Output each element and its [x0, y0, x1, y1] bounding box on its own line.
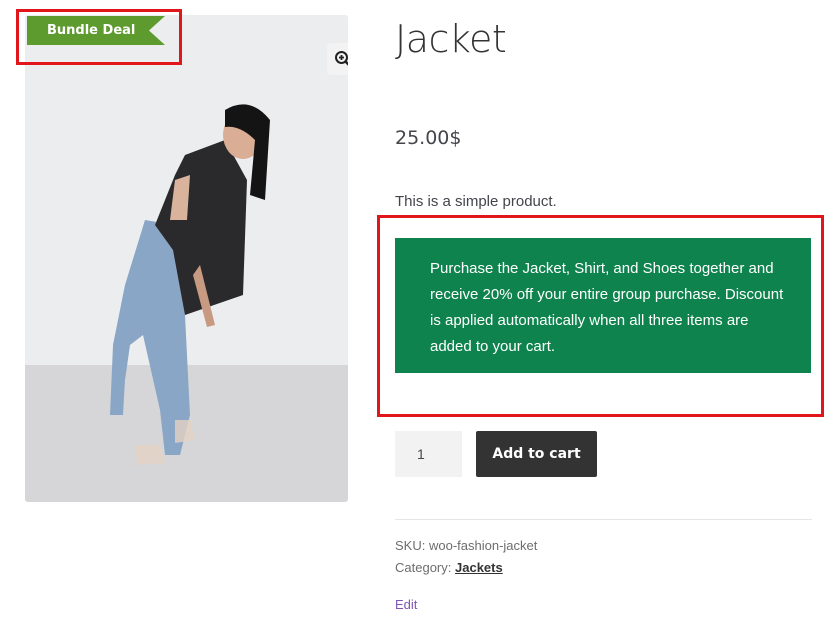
edit-link[interactable]: Edit: [395, 597, 417, 612]
product-price: 25.00$: [395, 127, 462, 149]
product-gallery: [25, 15, 348, 502]
quantity-input[interactable]: [395, 431, 462, 477]
bundle-notice: Purchase the Jacket, Shirt, and Shoes to…: [395, 238, 811, 373]
sku-label: SKU:: [395, 538, 426, 553]
product-sku: SKU: woo-fashion-jacket: [395, 538, 537, 553]
product-short-description: This is a simple product.: [395, 193, 557, 210]
badge-label: Bundle Deal: [47, 23, 136, 38]
category-label: Category:: [395, 560, 452, 575]
bundle-deal-badge: Bundle Deal: [27, 16, 165, 45]
add-to-cart-button[interactable]: Add to cart: [476, 431, 597, 477]
product-title: Jacket: [395, 17, 507, 61]
meta-divider: [395, 519, 812, 520]
sku-value: woo-fashion-jacket: [428, 538, 538, 553]
zoom-in-icon: [335, 51, 348, 66]
category-link[interactable]: Jackets: [455, 560, 503, 575]
product-photo: [25, 15, 348, 502]
product-category: Category: Jackets: [395, 560, 503, 575]
zoom-button[interactable]: [327, 43, 348, 75]
